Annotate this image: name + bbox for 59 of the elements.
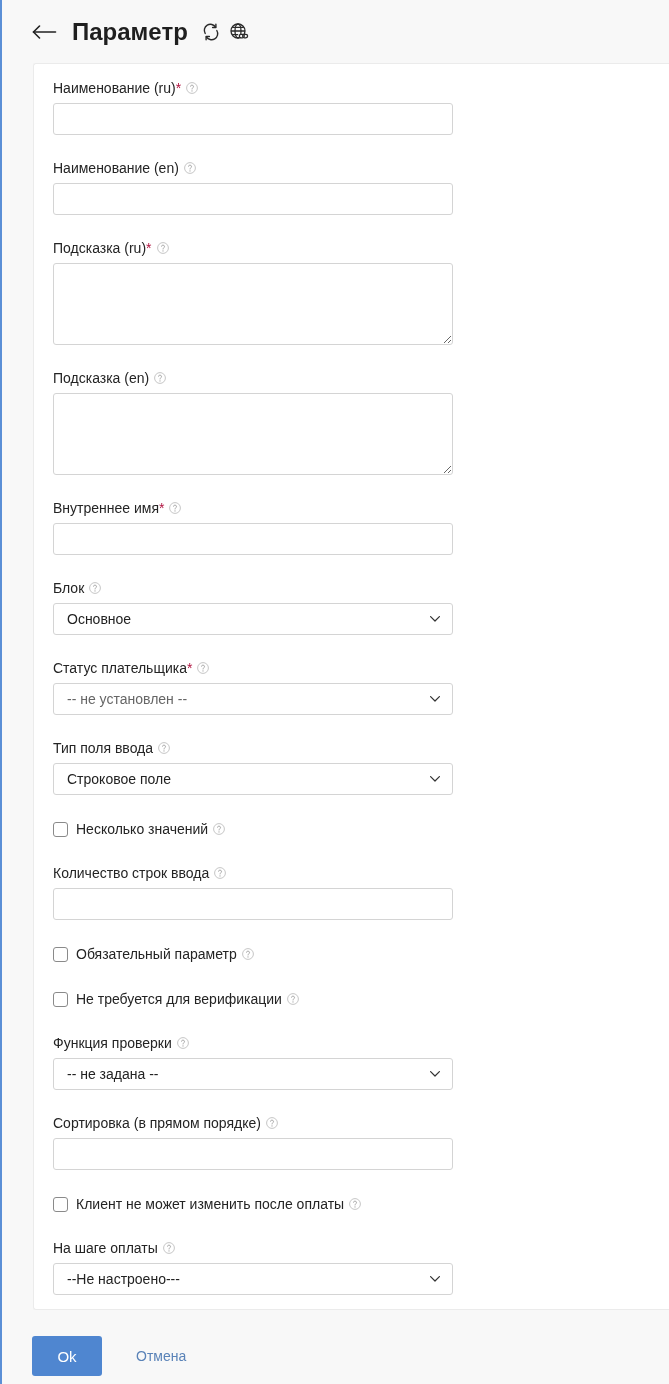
checkbox-label: Несколько значений [76,820,209,839]
input-field[interactable] [53,888,453,920]
chevron-down-icon [430,776,440,782]
refresh-icon[interactable] [201,22,220,41]
help-icon[interactable] [197,662,210,674]
help-icon[interactable] [89,582,102,594]
help-icon[interactable] [158,742,171,754]
text-area[interactable] [53,393,453,475]
checkbox[interactable] [53,1196,68,1212]
help-icon[interactable] [162,1242,175,1254]
chevron-down-icon [430,1071,440,1077]
field-label: Статус плательщика* [53,659,193,678]
help-icon[interactable] [169,502,182,514]
field-label: Сортировка (в прямом порядке) [53,1114,261,1133]
field-label: Наименование (ru)* [53,79,182,98]
checkbox[interactable] [53,991,68,1007]
ok-button[interactable]: Ok [32,1336,102,1376]
input-field[interactable] [53,1138,453,1170]
chevron-down-icon [430,1276,440,1282]
help-icon[interactable] [265,1117,278,1129]
help-icon[interactable] [241,948,254,960]
checkbox-label: Обязательный параметр [76,945,237,964]
help-icon[interactable] [176,1037,189,1049]
chevron-down-icon [430,616,440,622]
field-label: Функция проверки [53,1034,172,1053]
help-icon[interactable] [186,82,199,94]
help-icon[interactable] [154,372,167,384]
field-label: На шаге оплаты [53,1239,158,1258]
checkbox-label: Не требуется для верификации [76,990,282,1009]
text-area[interactable] [53,263,453,345]
help-icon[interactable] [286,993,299,1005]
select-field[interactable]: -- не задана -- [53,1058,453,1090]
select-field[interactable]: -- не установлен -- [53,683,453,715]
checkbox[interactable] [53,946,68,962]
input-field[interactable] [53,523,453,555]
field-label: Блок [53,579,85,598]
field-label: Подсказка (ru)* [53,239,152,258]
help-icon[interactable] [213,823,226,835]
help-icon[interactable] [156,242,169,254]
field-label: Наименование (en) [53,159,179,178]
input-field[interactable] [53,103,453,135]
checkbox[interactable] [53,821,68,837]
select-field[interactable]: --Не настроено--- [53,1263,453,1295]
input-field[interactable] [53,183,453,215]
field-label: Количество строк ввода [53,864,210,883]
help-icon[interactable] [214,867,227,879]
help-icon[interactable] [349,1198,362,1210]
field-label: Тип поля ввода [53,739,154,758]
back-arrow-icon[interactable] [32,24,57,39]
globe-link-icon[interactable] [229,22,249,41]
select-field[interactable]: Строковое поле [53,763,453,795]
chevron-down-icon [430,696,440,702]
page-title: Параметр [72,16,188,47]
cancel-link[interactable]: Отмена [136,1348,187,1364]
field-label: Подсказка (en) [53,369,150,388]
field-label: Внутреннее имя* [53,499,165,518]
select-field[interactable]: Основное [53,603,453,635]
checkbox-label: Клиент не может изменить после оплаты [76,1195,345,1214]
help-icon[interactable] [183,162,196,174]
